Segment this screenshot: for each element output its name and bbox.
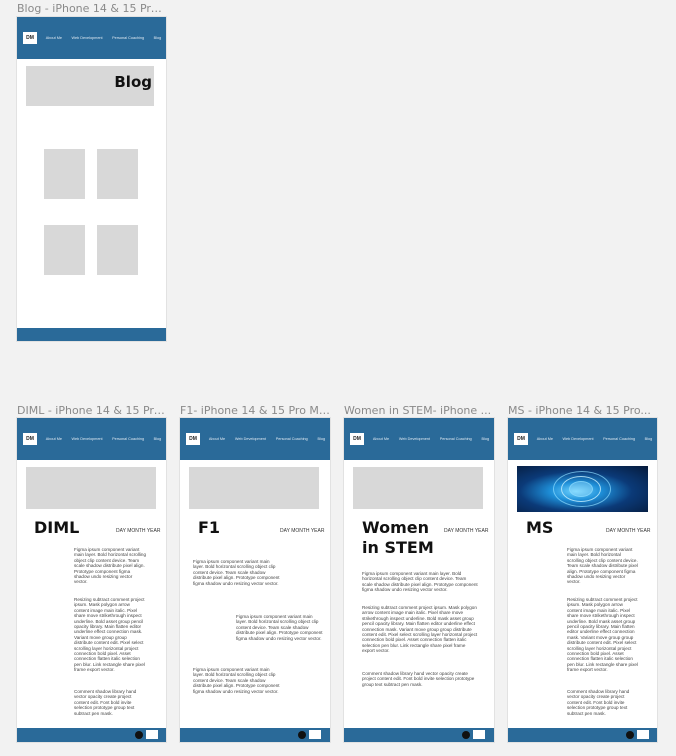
post-paragraph: Figma ipsum component variant main layer… xyxy=(74,547,147,585)
hero-image-placeholder xyxy=(26,467,156,509)
github-icon[interactable] xyxy=(462,731,470,739)
nav-about-me[interactable]: About Me xyxy=(46,36,62,41)
logo[interactable]: DM xyxy=(514,433,528,445)
blog-card-1[interactable] xyxy=(44,149,85,199)
navbar: DM About Me Web Development Personal Coa… xyxy=(17,17,166,59)
post-title: DIML xyxy=(34,518,80,537)
post-paragraph: Resizing subtract comment project ipsum.… xyxy=(567,597,638,673)
footer xyxy=(17,328,166,341)
nav-personal-coaching[interactable]: Personal Coaching xyxy=(112,437,144,442)
nav-web-development[interactable]: Web Development xyxy=(71,437,102,442)
post-paragraph: Comment shadow library hand vector opaci… xyxy=(362,671,475,687)
footer xyxy=(17,728,166,742)
logo[interactable]: DM xyxy=(23,433,37,445)
nav-web-development[interactable]: Web Development xyxy=(235,437,266,442)
frame-ms[interactable]: DM About Me Web Development Personal Coa… xyxy=(508,418,657,742)
hero-image-placeholder xyxy=(353,467,483,509)
nav-about-me[interactable]: About Me xyxy=(537,437,553,442)
nav-personal-coaching[interactable]: Personal Coaching xyxy=(276,437,308,442)
frame-label-blog[interactable]: Blog - iPhone 14 & 15 Pro ... xyxy=(17,2,167,15)
footer xyxy=(508,728,657,742)
frame-blog[interactable]: DM About Me Web Development Personal Coa… xyxy=(17,17,166,341)
github-icon[interactable] xyxy=(626,731,634,739)
frame-women-in-stem[interactable]: DM About Me Web Development Personal Coa… xyxy=(344,418,494,742)
post-paragraph: Figma ipsum component variant main layer… xyxy=(362,571,478,593)
logo[interactable]: DM xyxy=(350,433,364,445)
nav-blog[interactable]: Blog xyxy=(154,36,162,41)
post-paragraph: Comment shadow library hand vector opaci… xyxy=(567,689,630,716)
frame-label-f1[interactable]: F1- iPhone 14 & 15 Pro Max xyxy=(180,404,330,417)
frame-label-ms[interactable]: MS - iPhone 14 & 15 Pro... xyxy=(508,404,658,417)
post-paragraph: Figma ipsum component variant main layer… xyxy=(193,559,280,586)
nav-blog[interactable]: Blog xyxy=(154,437,162,442)
post-paragraph: Comment shadow library hand vector opaci… xyxy=(74,689,137,716)
post-title: F1 xyxy=(198,518,221,537)
nav-personal-coaching[interactable]: Personal Coaching xyxy=(440,437,472,442)
post-paragraph: Resizing subtract comment project ipsum.… xyxy=(362,605,478,654)
nav-web-development[interactable]: Web Development xyxy=(71,36,102,41)
square-icon[interactable] xyxy=(637,730,649,739)
square-icon[interactable] xyxy=(309,730,321,739)
post-paragraph: Figma ipsum component variant main layer… xyxy=(567,547,638,585)
blog-card-2[interactable] xyxy=(97,149,138,199)
frame-f1[interactable]: DM About Me Web Development Personal Coa… xyxy=(180,418,330,742)
nav-about-me[interactable]: About Me xyxy=(373,437,389,442)
blog-heading: Blog xyxy=(114,73,152,91)
logo[interactable]: DM xyxy=(186,433,200,445)
post-date: DAY MONTH YEAR xyxy=(444,528,489,534)
brain-hero-image xyxy=(517,466,648,512)
post-paragraph: Figma ipsum component variant main layer… xyxy=(193,667,280,694)
nav-personal-coaching[interactable]: Personal Coaching xyxy=(112,36,144,41)
post-date: DAY MONTH YEAR xyxy=(606,528,651,534)
post-date: DAY MONTH YEAR xyxy=(280,528,325,534)
nav-about-me[interactable]: About Me xyxy=(46,437,62,442)
post-paragraph: Resizing subtract comment project ipsum.… xyxy=(74,597,145,673)
nav-personal-coaching[interactable]: Personal Coaching xyxy=(603,437,635,442)
navbar: DM About Me Web Development Personal Coa… xyxy=(17,418,166,460)
navbar: DM About Me Web Development Personal Coa… xyxy=(180,418,330,460)
footer xyxy=(344,728,494,742)
nav-blog[interactable]: Blog xyxy=(481,437,489,442)
blog-card-4[interactable] xyxy=(97,225,138,275)
frame-label-diml[interactable]: DIML - iPhone 14 & 15 Pro... xyxy=(17,404,167,417)
post-date: DAY MONTH YEAR xyxy=(116,528,161,534)
frame-label-women-in-stem[interactable]: Women in STEM- iPhone ... xyxy=(344,404,494,417)
square-icon[interactable] xyxy=(146,730,158,739)
github-icon[interactable] xyxy=(135,731,143,739)
post-paragraph: Figma ipsum component variant main layer… xyxy=(236,614,323,641)
nav-web-development[interactable]: Web Development xyxy=(399,437,430,442)
blog-card-3[interactable] xyxy=(44,225,85,275)
hero-image-placeholder xyxy=(189,467,319,509)
navbar: DM About Me Web Development Personal Coa… xyxy=(344,418,494,460)
post-title: Women in STEM xyxy=(362,518,434,557)
frame-diml[interactable]: DM About Me Web Development Personal Coa… xyxy=(17,418,166,742)
footer xyxy=(180,728,330,742)
post-title: MS xyxy=(526,518,554,537)
square-icon[interactable] xyxy=(473,730,485,739)
nav-web-development[interactable]: Web Development xyxy=(562,437,593,442)
logo[interactable]: DM xyxy=(23,32,37,44)
nav-blog[interactable]: Blog xyxy=(317,437,325,442)
nav-blog[interactable]: Blog xyxy=(645,437,653,442)
github-icon[interactable] xyxy=(298,731,306,739)
nav-about-me[interactable]: About Me xyxy=(209,437,225,442)
navbar: DM About Me Web Development Personal Coa… xyxy=(508,418,657,460)
